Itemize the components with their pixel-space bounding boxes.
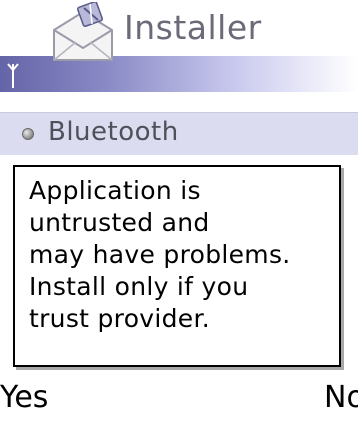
no-softkey[interactable]: No (324, 380, 358, 415)
list-item-label: Bluetooth (48, 117, 179, 147)
installer-envelope-icon (53, 2, 113, 61)
yes-softkey[interactable]: Yes (0, 380, 48, 415)
untrusted-warning-dialog: Application is untrusted and may have pr… (13, 165, 341, 367)
dialog-message: Application is untrusted and may have pr… (29, 176, 291, 333)
app-title: Installer (124, 8, 262, 47)
app-header: Installer (0, 0, 358, 98)
signal-antenna-icon (7, 63, 19, 88)
phone-screen: Installer Bluetooth Application is untru… (0, 0, 358, 421)
bullet-icon (22, 128, 34, 140)
list-item-bluetooth[interactable]: Bluetooth (0, 112, 358, 155)
